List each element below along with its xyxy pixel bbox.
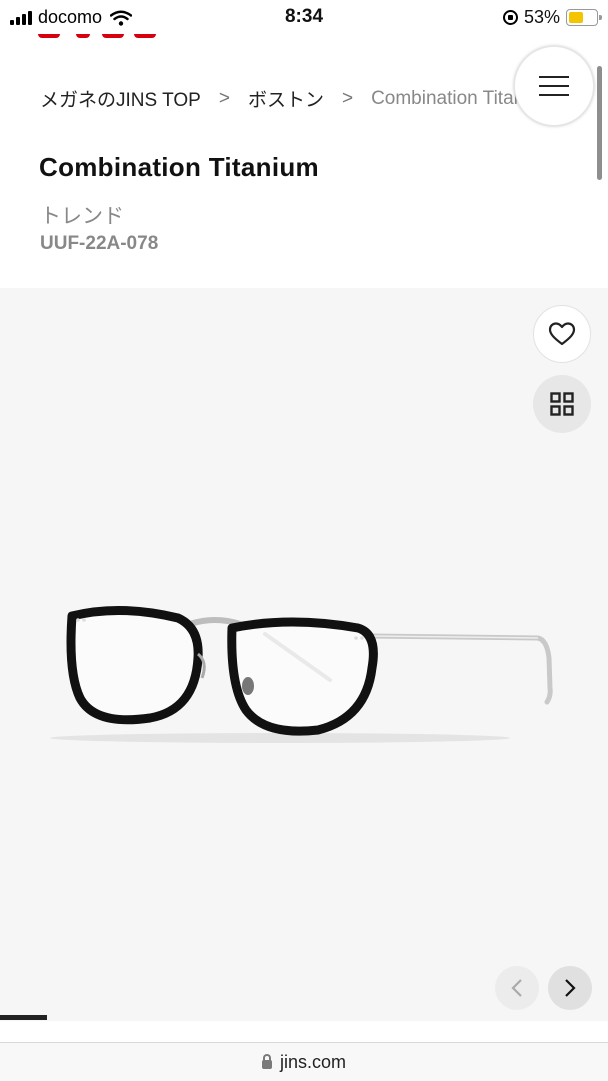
heart-icon xyxy=(548,322,576,346)
breadcrumb-home[interactable]: メガネのJINS TOP xyxy=(40,85,201,112)
orientation-lock-icon xyxy=(502,10,518,25)
padlock-icon xyxy=(261,1053,272,1069)
previous-image-button[interactable] xyxy=(495,966,539,1010)
menu-button[interactable] xyxy=(514,46,594,126)
product-glasses-image xyxy=(50,605,553,743)
scroll-indicator xyxy=(597,66,602,180)
hamburger-menu-icon xyxy=(539,76,569,78)
battery-icon xyxy=(566,9,602,26)
product-code: UUF-22A-078 xyxy=(40,233,159,254)
grid-view-button[interactable] xyxy=(533,375,591,433)
next-image-button[interactable] xyxy=(548,966,592,1010)
battery-percent: 53% xyxy=(523,7,560,27)
gallery-progress-bar xyxy=(0,1015,47,1020)
status-bar: docomo 8:34 53% xyxy=(0,0,608,34)
product-title: Combination Titanium xyxy=(39,152,319,182)
breadcrumb-boston[interactable]: ボストン xyxy=(248,85,324,112)
grid-icon xyxy=(550,392,574,416)
product-category: トレンド xyxy=(40,205,124,228)
browser-url-bar[interactable]: jins.com xyxy=(0,1042,608,1081)
chevron-right-icon xyxy=(565,979,576,997)
product-image-gallery[interactable] xyxy=(0,288,608,1021)
chevron-left-icon xyxy=(511,979,522,997)
url-text: jins.com xyxy=(279,1051,346,1072)
breadcrumb-separator: > xyxy=(218,87,230,109)
favorite-button[interactable] xyxy=(533,305,591,363)
breadcrumb-separator: > xyxy=(341,87,354,109)
